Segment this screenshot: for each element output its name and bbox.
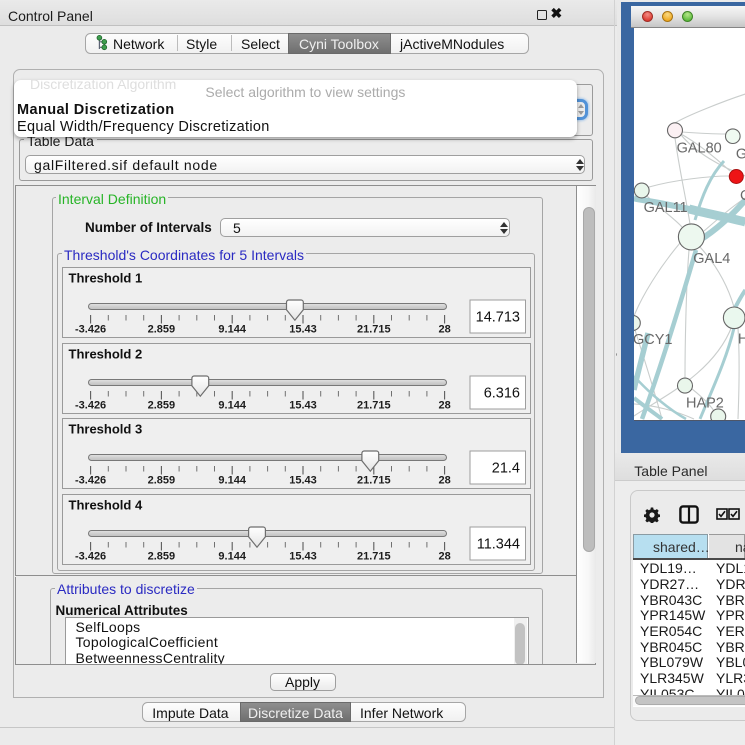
svg-text:9.144: 9.144 (218, 550, 246, 562)
svg-text:2.859: 2.859 (148, 550, 176, 562)
svg-text:21.715: 21.715 (357, 550, 391, 562)
svg-text:2.859: 2.859 (148, 399, 176, 411)
svg-text:15.43: 15.43 (289, 399, 317, 411)
svg-text:Threshold 4: Threshold 4 (69, 497, 143, 512)
svg-text:GAL: GAL (735, 147, 744, 163)
svg-text:9.144: 9.144 (218, 324, 246, 336)
svg-text:6.316: 6.316 (484, 385, 520, 401)
svg-text:HAP2: HAP2 (686, 396, 724, 412)
svg-text:C: C (740, 188, 745, 204)
svg-text:15.43: 15.43 (289, 550, 317, 562)
svg-text:21.4: 21.4 (492, 461, 520, 477)
svg-text:Threshold 1: Threshold 1 (69, 271, 143, 286)
svg-text:21.715: 21.715 (357, 399, 391, 411)
svg-text:28: 28 (438, 399, 450, 411)
svg-text:14.713: 14.713 (476, 310, 520, 326)
svg-text:GAL80: GAL80 (676, 140, 721, 156)
svg-text:11.344: 11.344 (477, 536, 520, 552)
svg-text:28: 28 (438, 475, 450, 487)
svg-text:-3.426: -3.426 (75, 475, 106, 487)
svg-text:-3.426: -3.426 (75, 324, 106, 336)
svg-text:GAL4: GAL4 (693, 251, 730, 267)
svg-text:9.144: 9.144 (218, 475, 246, 487)
svg-text:GCY1: GCY1 (634, 332, 672, 348)
svg-text:15.43: 15.43 (289, 324, 317, 336)
svg-text:HIS: HIS (737, 332, 744, 348)
svg-text:2.859: 2.859 (148, 475, 176, 487)
svg-text:-3.426: -3.426 (75, 550, 106, 562)
svg-text:28: 28 (438, 550, 450, 562)
svg-text:21.715: 21.715 (357, 324, 391, 336)
svg-text:21.715: 21.715 (357, 475, 391, 487)
svg-text:Threshold 3: Threshold 3 (69, 422, 143, 437)
svg-text:Threshold 2: Threshold 2 (69, 346, 143, 361)
svg-text:-3.426: -3.426 (75, 399, 106, 411)
svg-text:2.859: 2.859 (148, 324, 176, 336)
svg-text:9.144: 9.144 (218, 399, 246, 411)
svg-text:GAL11: GAL11 (643, 200, 687, 216)
svg-text:15.43: 15.43 (289, 475, 317, 487)
svg-text:28: 28 (438, 324, 450, 336)
